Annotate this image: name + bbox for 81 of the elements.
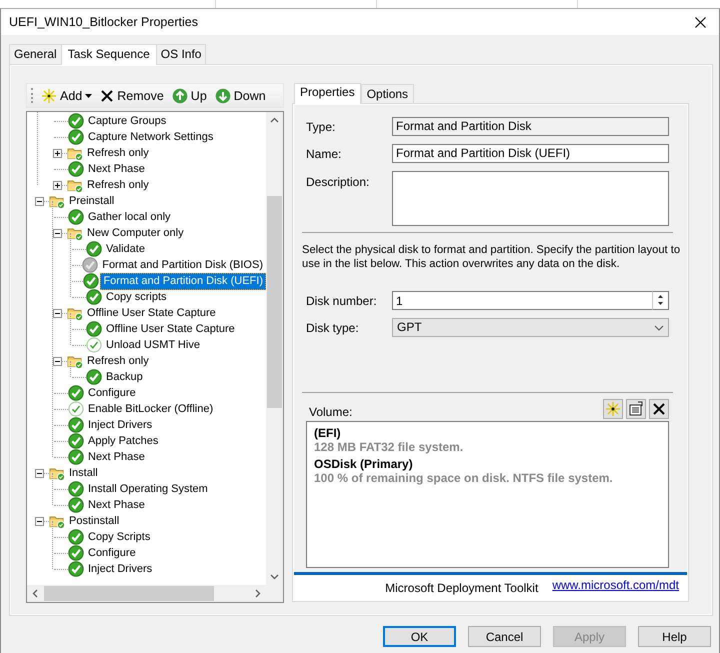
tree-item[interactable]: Capture Network Settings xyxy=(85,128,216,146)
tree-item[interactable]: Install Operating System xyxy=(85,480,211,498)
name-field[interactable]: Format and Partition Disk (UEFI) xyxy=(392,144,669,163)
tree-item[interactable]: Unload USMT Hive xyxy=(103,336,203,354)
tree-item[interactable]: Refresh only xyxy=(84,352,152,370)
tab[interactable]: Properties xyxy=(294,83,361,104)
chevron-left-icon[interactable] xyxy=(32,589,38,598)
tree-item[interactable]: New Computer only xyxy=(84,224,187,242)
description-field[interactable] xyxy=(392,171,669,226)
disk-type-dropdown[interactable]: GPT xyxy=(392,318,669,337)
tree-item[interactable]: Next Phase xyxy=(85,448,148,466)
close-icon xyxy=(694,16,706,28)
tab[interactable]: Options xyxy=(360,84,414,103)
expand-toggle[interactable] xyxy=(53,180,62,190)
collapse-toggle[interactable] xyxy=(35,468,44,478)
tab[interactable]: OS Info xyxy=(156,44,206,64)
expand-toggle[interactable] xyxy=(53,148,62,158)
tree-item[interactable]: Gather local only xyxy=(85,208,174,226)
disk-number-field[interactable]: 1 xyxy=(392,291,652,310)
tree-item[interactable]: Postinstall xyxy=(66,512,122,530)
volume-label: Volume: xyxy=(309,405,352,419)
field-label: Name: xyxy=(306,146,342,160)
toolbar-button[interactable]: Add xyxy=(39,88,94,104)
volume-name: OSDisk (Primary) xyxy=(314,457,414,471)
tree-item[interactable]: Configure xyxy=(85,384,139,402)
chevron-right-icon[interactable] xyxy=(255,589,261,598)
toolbar-button[interactable]: Remove xyxy=(98,88,166,102)
tab[interactable]: Task Sequence xyxy=(60,44,157,65)
tree-item[interactable]: Install xyxy=(66,464,101,482)
tree-item[interactable]: Next Phase xyxy=(85,160,148,178)
properties-button[interactable] xyxy=(626,399,646,419)
tree-item[interactable]: Next Phase xyxy=(85,496,148,514)
tree-item[interactable]: Preinstall xyxy=(66,192,118,210)
tree-item[interactable]: Copy scripts xyxy=(103,288,170,306)
collapse-toggle[interactable] xyxy=(53,228,62,238)
window-title: UEFI_WIN10_Bitlocker Properties xyxy=(9,15,198,29)
tree-item[interactable]: Inject Drivers xyxy=(85,560,156,578)
volume-detail: 100 % of remaining space on disk. NTFS file system. xyxy=(314,471,614,485)
delete-button[interactable] xyxy=(649,399,669,419)
tree-item[interactable]: Backup xyxy=(103,368,146,386)
collapse-toggle[interactable] xyxy=(35,516,44,526)
tree-item[interactable]: Apply Patches xyxy=(85,432,162,450)
tree-item[interactable]: Refresh only xyxy=(84,176,152,194)
field-label: Type: xyxy=(306,120,336,134)
website-link[interactable]: www.microsoft.com/mdt xyxy=(552,578,679,592)
horizontal-scrollbar[interactable] xyxy=(27,585,283,602)
instructions-text: Select the physical disk to format and partition. Specify the partition layout to use in the list below. This action overwrites any data on the disk. xyxy=(302,243,682,271)
chevron-down-icon xyxy=(654,324,664,330)
volume-list[interactable]: (EFI) 128 MB FAT32 file system. OSDisk (Primary) 100 % of remaining space on disk. NTFS file system. xyxy=(306,421,669,568)
tree-item[interactable]: Format and Partition Disk (UEFI) xyxy=(100,272,266,290)
chevron-down-icon[interactable] xyxy=(270,574,279,580)
collapse-toggle[interactable] xyxy=(53,308,62,318)
tree-item[interactable]: Capture Groups xyxy=(85,112,170,130)
tree-item[interactable]: Validate xyxy=(103,240,148,258)
tree-item[interactable]: Offline User State Capture xyxy=(103,320,238,338)
toolbar-button[interactable]: Up xyxy=(170,88,209,104)
toolbar-button[interactable]: Down xyxy=(212,88,268,104)
tree-item[interactable]: Offline User State Capture xyxy=(84,304,219,322)
field-label: Disk number: xyxy=(306,294,378,308)
tree-item[interactable]: Inject Drivers xyxy=(85,416,156,434)
product-name: Microsoft Deployment Toolkit xyxy=(385,580,538,594)
chevron-up-icon[interactable] xyxy=(270,117,279,123)
tree-item[interactable]: Refresh only xyxy=(84,144,152,162)
dialog-button[interactable]: OK xyxy=(383,626,456,647)
volume-name: (EFI) xyxy=(314,426,342,440)
tree-item[interactable]: Enable BitLocker (Offline) xyxy=(85,400,216,418)
dialog-button[interactable]: Cancel xyxy=(468,626,541,647)
volume-detail: 128 MB FAT32 file system. xyxy=(314,440,464,454)
tree-item[interactable]: Copy Scripts xyxy=(85,528,154,546)
dialog-button[interactable]: Help xyxy=(638,626,711,647)
type-field: Format and Partition Disk xyxy=(392,117,669,136)
spin-buttons[interactable] xyxy=(652,291,669,310)
tab[interactable]: General xyxy=(9,44,62,64)
sparkle-icon xyxy=(41,88,57,104)
field-label: Disk type: xyxy=(306,320,360,334)
collapse-toggle[interactable] xyxy=(35,196,44,206)
close-icon xyxy=(100,88,114,102)
collapse-toggle[interactable] xyxy=(53,356,62,366)
tree-item[interactable]: Configure xyxy=(85,544,139,562)
vertical-scrollbar[interactable] xyxy=(266,112,283,585)
field-label: Description: xyxy=(306,175,370,189)
